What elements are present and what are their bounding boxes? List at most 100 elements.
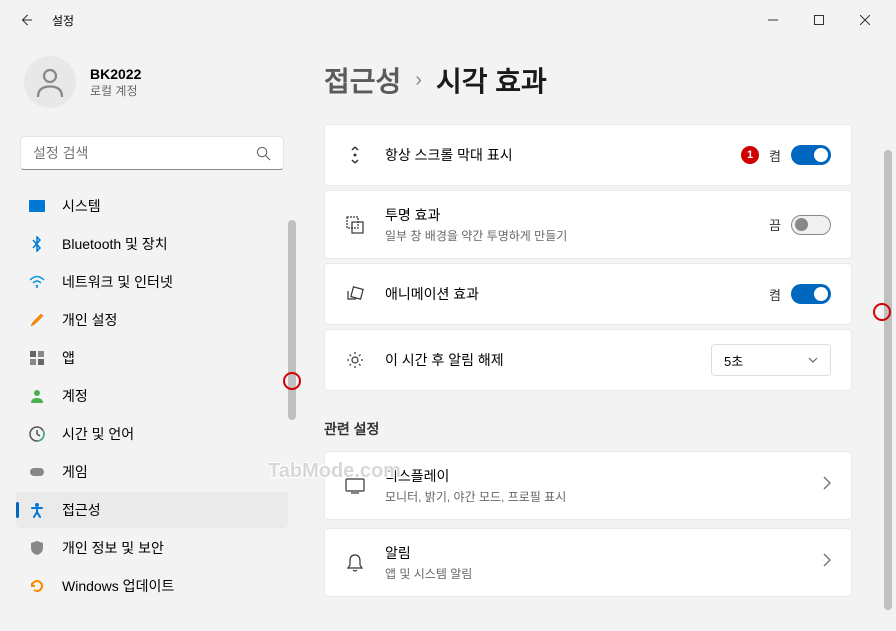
nav-label: 개인 설정 bbox=[62, 310, 117, 330]
clock-icon bbox=[28, 425, 46, 443]
scrollbar-thumb[interactable] bbox=[288, 220, 296, 420]
setting-title: 애니메이션 효과 bbox=[385, 284, 749, 304]
toggle-state-label: 켬 bbox=[769, 146, 781, 165]
accessibility-icon bbox=[28, 501, 46, 519]
link-desc: 모니터, 밝기, 야간 모드, 프로필 표시 bbox=[385, 488, 803, 505]
system-icon bbox=[28, 197, 46, 215]
account-type: 로컬 계정 bbox=[90, 82, 141, 99]
scrollbar-thumb[interactable] bbox=[884, 150, 892, 610]
wifi-icon bbox=[28, 273, 46, 291]
link-title: 알림 bbox=[385, 543, 803, 563]
user-name: BK2022 bbox=[90, 66, 141, 82]
brightness-icon bbox=[345, 350, 365, 370]
chevron-down-icon bbox=[808, 357, 818, 363]
annotation-circle bbox=[283, 372, 301, 390]
page-title: 시각 효과 bbox=[436, 60, 547, 100]
nav-label: 게임 bbox=[62, 462, 88, 482]
nav-item-bluetooth[interactable]: Bluetooth 및 장치 bbox=[16, 226, 288, 262]
minimize-icon bbox=[768, 15, 778, 25]
nav-item-accounts[interactable]: 계정 bbox=[16, 378, 288, 414]
link-title: 디스플레이 bbox=[385, 466, 803, 486]
annotation-badge: 1 bbox=[741, 146, 759, 164]
app-title: 설정 bbox=[52, 12, 74, 29]
user-section[interactable]: BK2022 로컬 계정 bbox=[16, 40, 288, 128]
shield-icon bbox=[28, 539, 46, 557]
setting-desc: 일부 창 배경을 약간 투명하게 만들기 bbox=[385, 227, 749, 244]
search-icon bbox=[256, 146, 271, 161]
close-button[interactable] bbox=[842, 4, 888, 36]
content-scrollbar[interactable] bbox=[884, 150, 892, 621]
toggle-animations[interactable] bbox=[791, 284, 831, 304]
nav-label: 접근성 bbox=[62, 500, 101, 520]
nav-item-network[interactable]: 네트워크 및 인터넷 bbox=[16, 264, 288, 300]
minimize-button[interactable] bbox=[750, 4, 796, 36]
nav-item-time[interactable]: 시간 및 언어 bbox=[16, 416, 288, 452]
link-notifications[interactable]: 알림 앱 및 시스템 알림 bbox=[324, 528, 852, 597]
search-input[interactable] bbox=[33, 145, 256, 161]
user-info: BK2022 로컬 계정 bbox=[90, 66, 141, 99]
scrollbar-icon bbox=[345, 145, 365, 165]
sidebar-scrollbar[interactable] bbox=[288, 220, 296, 621]
monitor-icon bbox=[345, 476, 365, 496]
nav-label: 네트워크 및 인터넷 bbox=[62, 272, 173, 292]
toggle-state-label: 켬 bbox=[769, 285, 781, 304]
animation-icon bbox=[345, 284, 365, 304]
annotation-circle bbox=[873, 303, 891, 321]
search-box[interactable] bbox=[20, 136, 284, 170]
nav-label: Bluetooth 및 장치 bbox=[62, 234, 168, 254]
content: 접근성 › 시각 효과 항상 스크롤 막대 표시 1 켬 bbox=[300, 40, 896, 631]
nav-item-accessibility[interactable]: 접근성 bbox=[16, 492, 288, 528]
maximize-button[interactable] bbox=[796, 4, 842, 36]
dropdown-dismiss-time[interactable]: 5초 bbox=[711, 344, 831, 376]
nav-label: 개인 정보 및 보안 bbox=[62, 538, 164, 558]
gaming-icon bbox=[28, 463, 46, 481]
settings-list: 항상 스크롤 막대 표시 1 켬 투명 효과 일부 창 배경을 약간 투명하게 … bbox=[324, 124, 872, 601]
person-icon bbox=[32, 64, 68, 100]
setting-title: 이 시간 후 알림 해제 bbox=[385, 350, 691, 370]
dropdown-value: 5초 bbox=[724, 351, 743, 370]
related-settings-header: 관련 설정 bbox=[324, 419, 852, 439]
toggle-scrollbars[interactable] bbox=[791, 145, 831, 165]
window-controls bbox=[750, 4, 888, 36]
setting-title: 투명 효과 bbox=[385, 205, 749, 225]
breadcrumb: 접근성 › 시각 효과 bbox=[324, 60, 872, 100]
close-icon bbox=[860, 15, 870, 25]
nav-item-update[interactable]: Windows 업데이트 bbox=[16, 568, 288, 604]
avatar bbox=[24, 56, 76, 108]
nav-item-gaming[interactable]: 게임 bbox=[16, 454, 288, 490]
accounts-icon bbox=[28, 387, 46, 405]
nav-label: 계정 bbox=[62, 386, 88, 406]
update-icon bbox=[28, 577, 46, 595]
setting-dismiss-notifications: 이 시간 후 알림 해제 5초 bbox=[324, 329, 852, 391]
chevron-right-icon: › bbox=[415, 69, 422, 92]
toggle-state-label: 끔 bbox=[769, 215, 781, 234]
bell-icon bbox=[345, 553, 365, 573]
nav-item-privacy[interactable]: 개인 정보 및 보안 bbox=[16, 530, 288, 566]
bluetooth-icon bbox=[28, 235, 46, 253]
setting-scrollbars: 항상 스크롤 막대 표시 1 켬 bbox=[324, 124, 852, 186]
nav-list: 시스템 Bluetooth 및 장치 네트워크 및 인터넷 개인 설정 앱 계정 bbox=[16, 188, 288, 604]
transparency-icon bbox=[345, 215, 365, 235]
nav-item-system[interactable]: 시스템 bbox=[16, 188, 288, 224]
sidebar: BK2022 로컬 계정 시스템 Bluetooth 및 장치 네트워크 및 인… bbox=[0, 40, 300, 631]
chevron-right-icon bbox=[823, 476, 831, 495]
nav-item-personalize[interactable]: 개인 설정 bbox=[16, 302, 288, 338]
toggle-transparency[interactable] bbox=[791, 215, 831, 235]
paintbrush-icon bbox=[28, 311, 46, 329]
back-button[interactable] bbox=[8, 2, 44, 38]
arrow-left-icon bbox=[19, 13, 33, 27]
setting-animations: 애니메이션 효과 켬 bbox=[324, 263, 852, 325]
apps-icon bbox=[28, 349, 46, 367]
nav-label: 앱 bbox=[62, 348, 75, 368]
breadcrumb-parent[interactable]: 접근성 bbox=[324, 60, 401, 100]
nav-label: 시간 및 언어 bbox=[62, 424, 134, 444]
link-display[interactable]: 디스플레이 모니터, 밝기, 야간 모드, 프로필 표시 bbox=[324, 451, 852, 520]
setting-transparency: 투명 효과 일부 창 배경을 약간 투명하게 만들기 끔 bbox=[324, 190, 852, 259]
titlebar: 설정 bbox=[0, 0, 896, 40]
nav-label: Windows 업데이트 bbox=[62, 576, 174, 596]
nav-label: 시스템 bbox=[62, 196, 101, 216]
chevron-right-icon bbox=[823, 553, 831, 572]
maximize-icon bbox=[814, 15, 824, 25]
setting-title: 항상 스크롤 막대 표시 bbox=[385, 145, 721, 165]
nav-item-apps[interactable]: 앱 bbox=[16, 340, 288, 376]
